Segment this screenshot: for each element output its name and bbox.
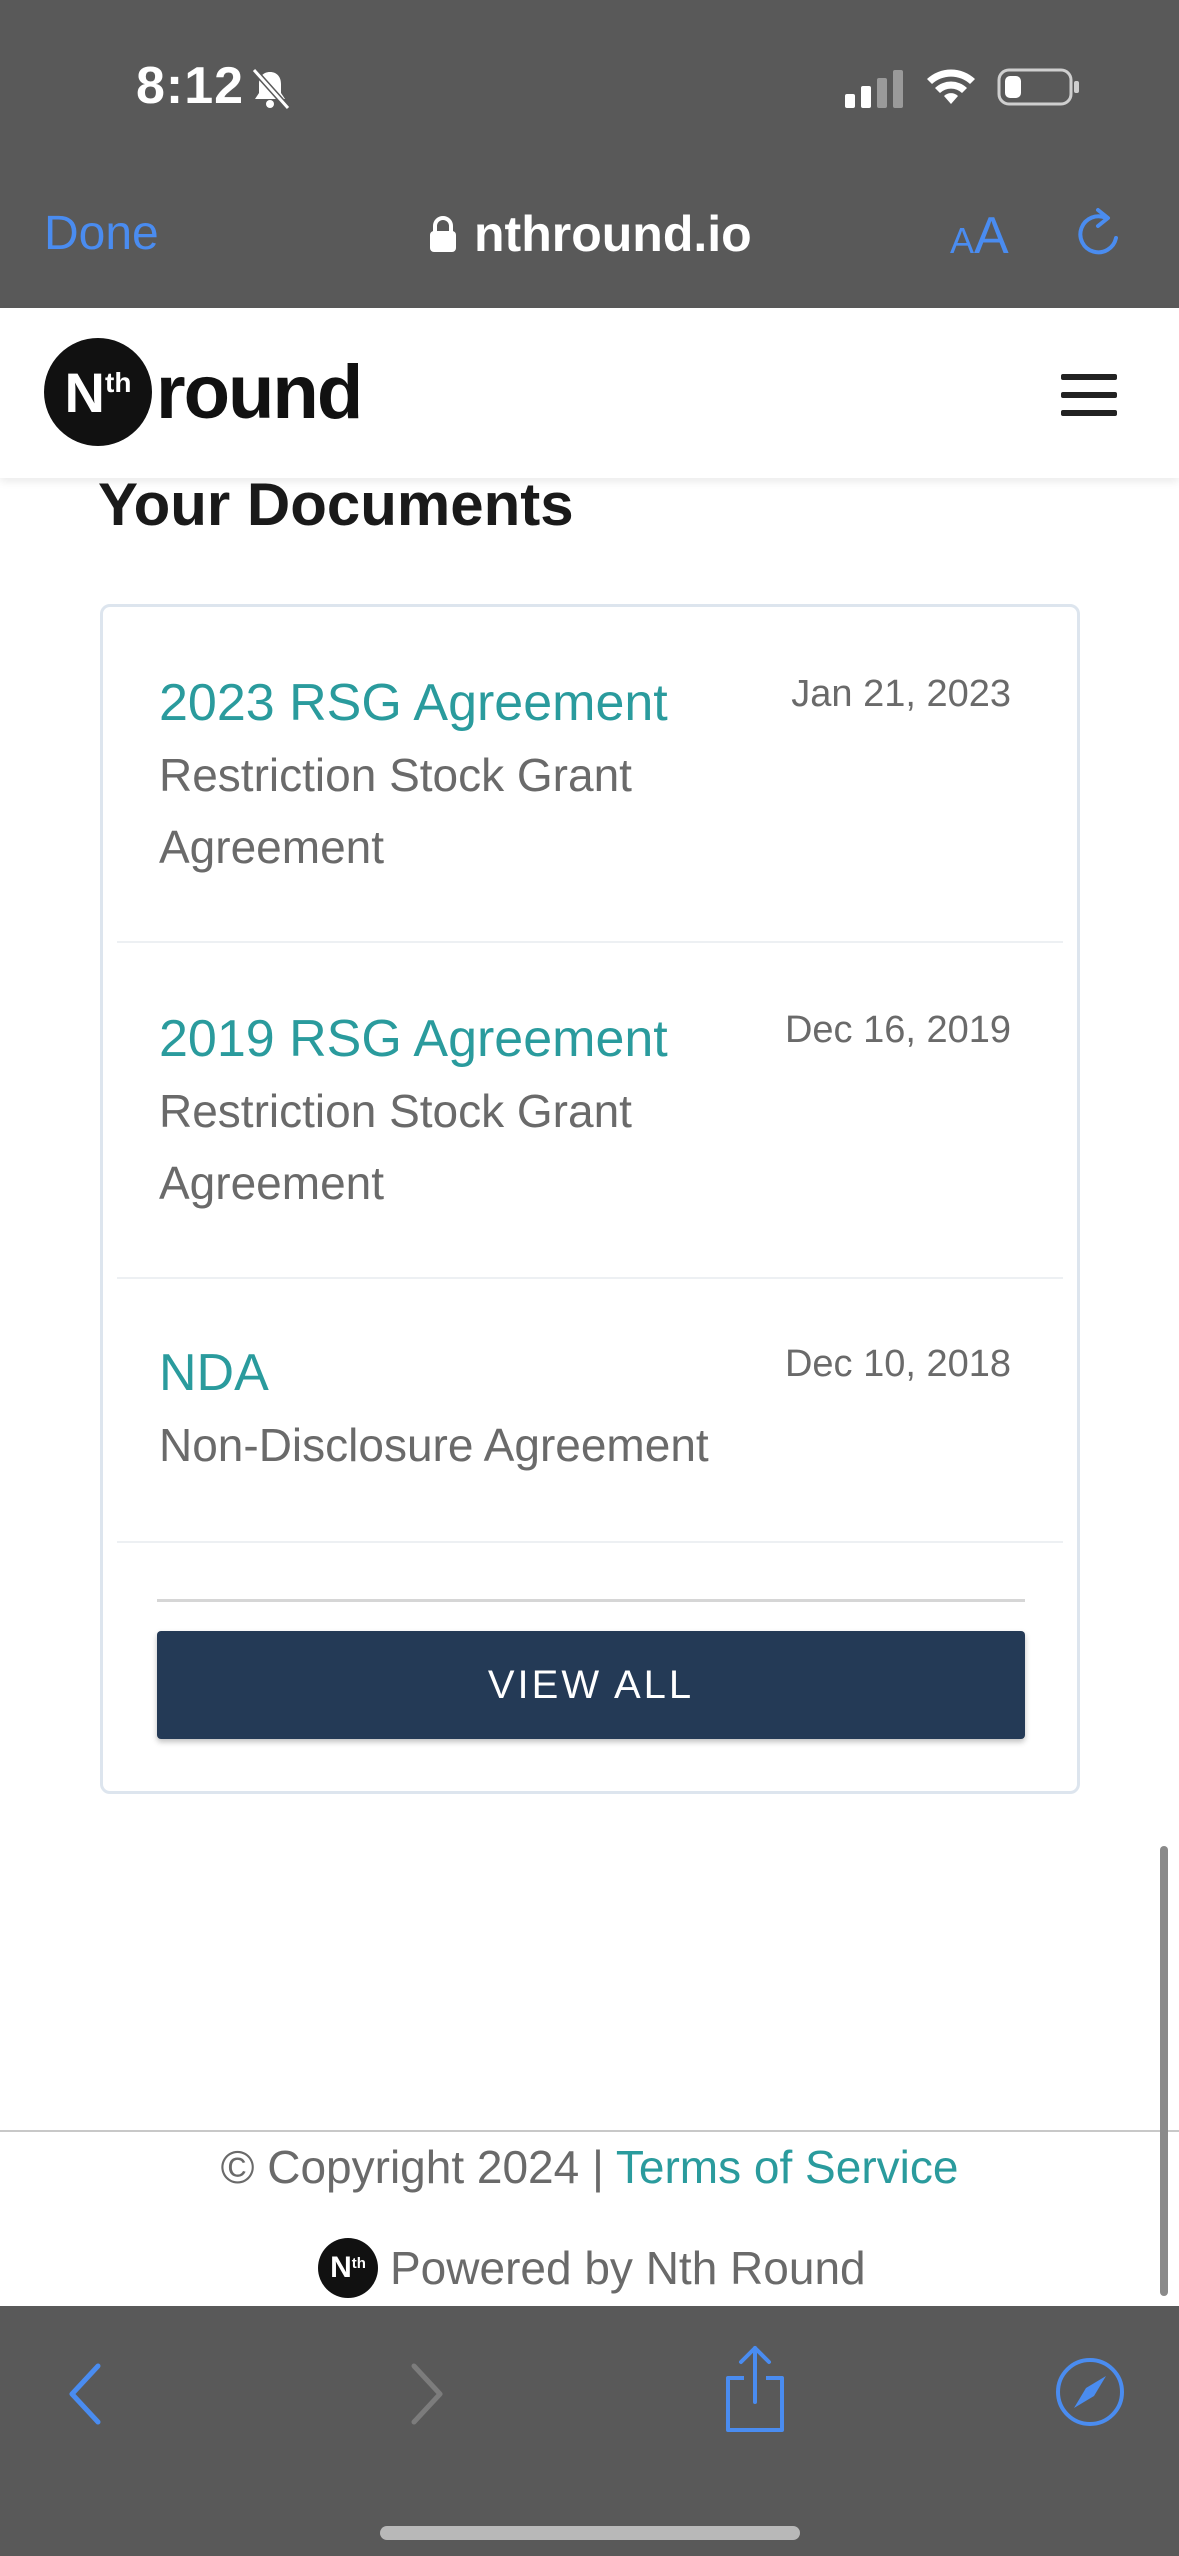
terms-of-service-link[interactable]: Terms of Service — [616, 2141, 959, 2193]
text-size-button[interactable]: AA — [950, 206, 1009, 266]
documents-card: 2023 RSG Agreement Jan 21, 2023 Restrict… — [100, 604, 1080, 1794]
browser-bottom-bar — [0, 2306, 1179, 2556]
document-description: Non-Disclosure Agreement — [159, 1419, 709, 1471]
compass-icon[interactable] — [1054, 2356, 1126, 2428]
card-divider — [157, 1599, 1025, 1602]
document-name[interactable]: 2019 RSG Agreement — [159, 1009, 668, 1069]
footer-divider — [0, 2130, 1179, 2132]
nth-round-logo[interactable]: Nth round — [44, 338, 363, 446]
share-icon[interactable] — [720, 2342, 790, 2434]
battery-icon — [997, 68, 1079, 106]
text-size-small-glyph: A — [950, 220, 975, 261]
document-item[interactable]: 2019 RSG Agreement Dec 16, 2019 Restrict… — [117, 943, 1063, 1279]
document-description: Restriction Stock Grant Agreement — [159, 749, 632, 873]
document-item[interactable]: 2023 RSG Agreement Jan 21, 2023 Restrict… — [117, 607, 1063, 943]
document-name[interactable]: NDA — [159, 1343, 269, 1403]
signal-icon — [845, 70, 903, 108]
back-icon[interactable] — [60, 2358, 112, 2430]
document-date: Jan 21, 2023 — [791, 673, 1011, 715]
document-date: Dec 16, 2019 — [784, 1009, 1011, 1051]
documents-title: Your Documents — [98, 471, 574, 538]
logo-word: round — [156, 349, 363, 435]
logo-letter: N — [64, 360, 105, 424]
document-date: Dec 10, 2018 — [784, 1343, 1011, 1385]
document-item[interactable]: NDA Dec 10, 2018 Non-Disclosure Agreemen… — [117, 1279, 1063, 1543]
lock-icon — [430, 216, 456, 252]
url-text: nthround.io — [474, 206, 752, 262]
copyright-line: © Copyright 2024 | Terms of Service — [0, 2140, 1179, 2194]
home-indicator — [380, 2526, 800, 2540]
logo-mark: Nth — [44, 338, 152, 446]
site-header: Nth round — [0, 308, 1179, 478]
powered-logo-sup: th — [351, 2254, 366, 2272]
powered-by[interactable]: Nth Powered by Nth Round — [318, 2238, 866, 2298]
bell-slash-icon — [251, 67, 291, 110]
reload-icon[interactable] — [1072, 204, 1126, 264]
done-button[interactable]: Done — [44, 206, 159, 261]
hamburger-icon[interactable] — [1061, 374, 1117, 416]
page-scrollbar[interactable] — [1160, 1846, 1168, 2296]
status-time: 8:12 — [136, 57, 245, 115]
powered-logo-letter: N — [330, 2251, 352, 2284]
powered-by-text: Powered by Nth Round — [390, 2242, 866, 2294]
address-bar[interactable]: nthround.io — [428, 204, 752, 264]
logo-sup: th — [105, 367, 132, 398]
text-size-big-glyph: A — [974, 207, 1009, 265]
forward-icon[interactable] — [400, 2358, 452, 2430]
powered-logo-icon: Nth — [318, 2238, 378, 2298]
wifi-icon — [927, 69, 975, 104]
copyright-text: © Copyright 2024 | — [220, 2141, 616, 2193]
document-name[interactable]: 2023 RSG Agreement — [159, 673, 668, 733]
view-all-button[interactable]: VIEW ALL — [157, 1631, 1025, 1739]
document-description: Restriction Stock Grant Agreement — [159, 1085, 632, 1209]
browser-top-bar: 8:12 Done nthround.io AA — [0, 0, 1179, 308]
